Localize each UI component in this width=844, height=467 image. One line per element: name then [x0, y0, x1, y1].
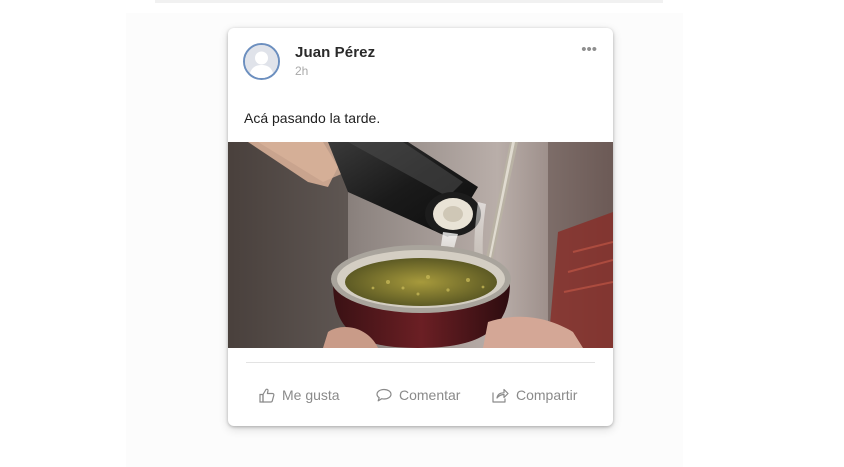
- like-button[interactable]: Me gusta: [259, 382, 340, 408]
- mate-photo-image: [228, 142, 613, 348]
- post-actions-bar: Me gusta Comentar Compartir: [228, 382, 613, 408]
- share-label: Compartir: [516, 387, 578, 403]
- share-icon: [492, 388, 509, 403]
- post-card: Juan Pérez 2h ••• Acá pasando la tarde.: [228, 28, 613, 426]
- comment-button[interactable]: Comentar: [376, 382, 460, 408]
- more-options-icon[interactable]: •••: [581, 42, 597, 57]
- thumbs-up-icon: [259, 388, 275, 403]
- post-timestamp[interactable]: 2h: [295, 64, 308, 78]
- default-user-icon: [245, 45, 278, 78]
- like-label: Me gusta: [282, 387, 340, 403]
- comment-bubble-icon: [376, 388, 392, 402]
- avatar[interactable]: [243, 43, 280, 80]
- author-name[interactable]: Juan Pérez: [295, 44, 375, 61]
- comment-label: Comentar: [399, 387, 461, 403]
- post-photo[interactable]: [228, 142, 613, 348]
- top-divider-line: [155, 0, 663, 3]
- actions-divider: [246, 362, 595, 363]
- share-button[interactable]: Compartir: [492, 382, 577, 408]
- post-text: Acá pasando la tarde.: [244, 110, 381, 126]
